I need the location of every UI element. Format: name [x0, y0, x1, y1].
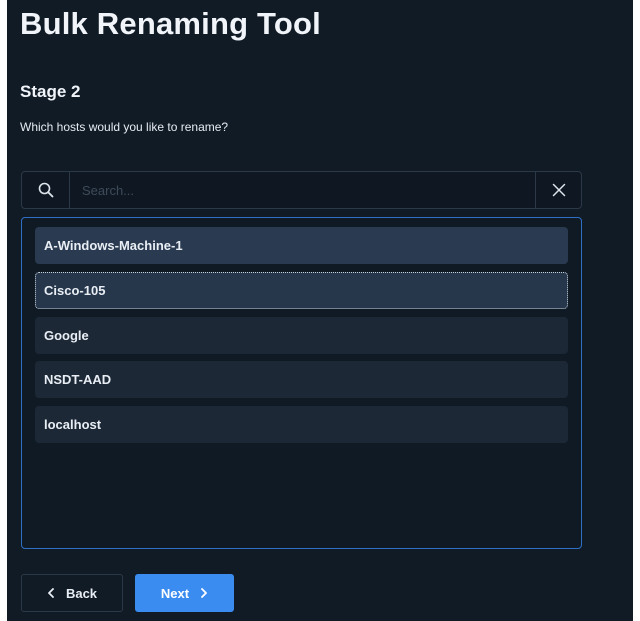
stage-question: Which hosts would you like to rename? [20, 120, 229, 134]
host-item-nsdt-aad[interactable]: NSDT-AAD [35, 361, 568, 398]
host-list[interactable]: A-Windows-Machine-1 Cisco-105 Google NSD… [21, 217, 582, 549]
chevron-right-icon [200, 587, 208, 600]
close-icon [552, 183, 565, 197]
bulk-renaming-window: Bulk Renaming Tool Stage 2 Which hosts w… [7, 0, 633, 621]
host-item-label: NSDT-AAD [44, 372, 112, 387]
host-item-cisco-105[interactable]: Cisco-105 [35, 272, 568, 309]
chevron-left-icon [47, 587, 55, 600]
page-title: Bulk Renaming Tool [20, 6, 321, 41]
host-item-label: Google [44, 328, 89, 343]
search-icon [22, 172, 70, 208]
search-bar [21, 171, 582, 209]
host-item-label: A-Windows-Machine-1 [44, 238, 183, 253]
next-button[interactable]: Next [135, 574, 234, 612]
back-button[interactable]: Back [21, 574, 123, 612]
clear-search-button[interactable] [535, 172, 581, 208]
search-input[interactable] [70, 172, 536, 208]
stage-heading: Stage 2 [20, 82, 81, 101]
host-item-label: localhost [44, 417, 102, 432]
next-button-label: Next [160, 585, 190, 601]
host-item-label: Cisco-105 [44, 283, 106, 298]
host-item-a-windows-machine-1[interactable]: A-Windows-Machine-1 [35, 227, 568, 264]
host-item-google[interactable]: Google [35, 317, 568, 354]
back-button-label: Back [65, 585, 98, 601]
host-item-localhost[interactable]: localhost [35, 406, 568, 443]
